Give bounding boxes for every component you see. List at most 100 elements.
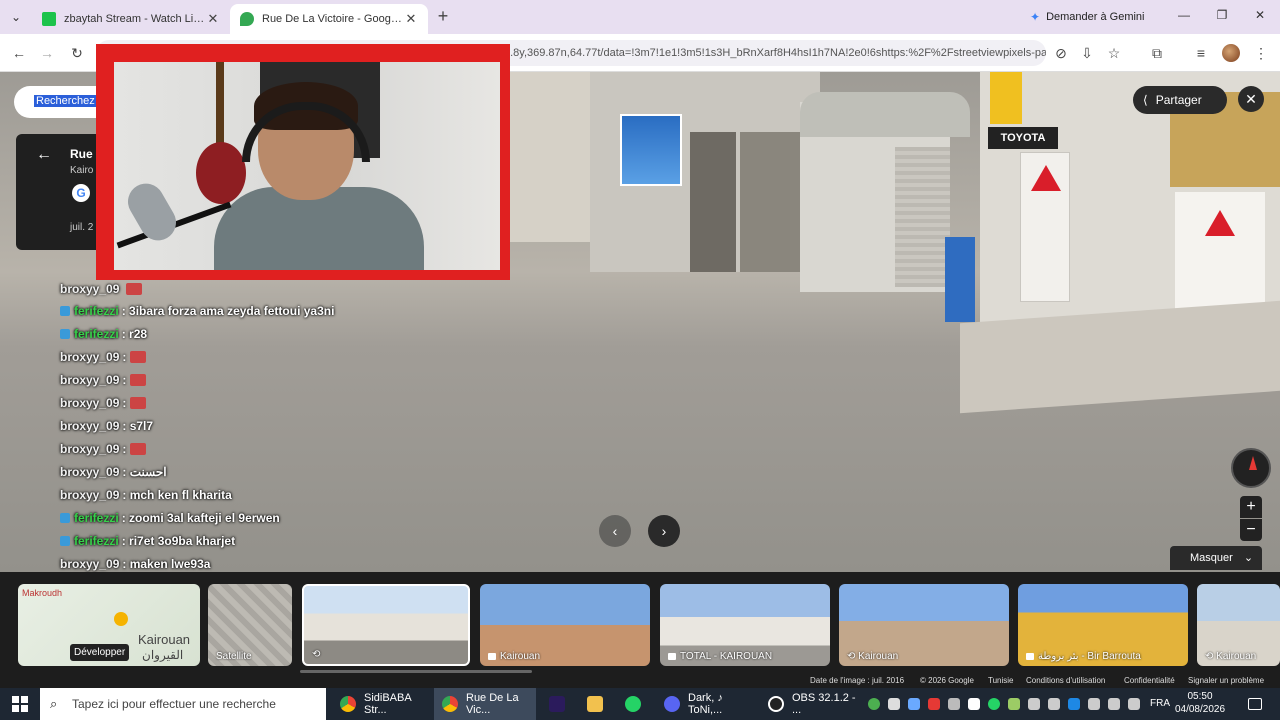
network-icon[interactable] (1088, 698, 1100, 710)
discord-icon (664, 696, 680, 712)
shop-sign (620, 114, 682, 186)
garage-shutter (895, 147, 950, 287)
satellite-thumbnail[interactable]: Satellite (208, 584, 292, 666)
map-thumbnail[interactable]: Makroudh Kairouan القيروان Développer (18, 584, 200, 666)
taskbar-app-chrome-maps[interactable]: Rue De La Vic... (434, 688, 536, 720)
obs-icon (768, 696, 784, 712)
zoom-out-button[interactable]: − (1240, 519, 1262, 541)
minimize-icon[interactable]: — (1172, 8, 1196, 22)
share-button[interactable]: ⟨ Partager (1133, 86, 1227, 114)
map-corner-label: Makroudh (22, 588, 63, 598)
thumbnail-scrollbar[interactable] (300, 670, 532, 673)
current-photo-thumbnail[interactable]: ⟲ (302, 584, 470, 666)
chevron-down-icon: ⌄ (1243, 552, 1254, 564)
taskbar-app-chrome-sidibaba[interactable]: SidiBABA Str... (332, 688, 428, 720)
taskbar-app-discord[interactable]: Dark, ♪ ToNi,... (656, 688, 756, 720)
battery-icon[interactable] (1048, 698, 1060, 710)
photo-caption: TOTAL - KAIROUAN (668, 651, 772, 662)
photo-thumbnail[interactable]: ⟲ Kairouan (1197, 584, 1280, 666)
chat-text: : (122, 373, 127, 387)
bluetooth-icon[interactable] (1068, 698, 1080, 710)
notifications-icon[interactable] (1248, 698, 1262, 710)
reload-icon[interactable]: ↻ (68, 44, 86, 62)
gemini-button[interactable]: ✦ Demander à Gemini (1020, 6, 1155, 28)
forward-arrow-icon[interactable]: → (38, 44, 56, 62)
close-street-view-button[interactable]: ✕ (1238, 86, 1264, 112)
photo-thumbnail[interactable]: ⟲ Kairouan (839, 584, 1009, 666)
language-indicator[interactable]: FRA (1150, 688, 1170, 720)
new-tab-button[interactable]: + (434, 7, 452, 26)
tray-app-icon[interactable] (908, 698, 920, 710)
install-app-icon[interactable]: ⇩ (1078, 44, 1096, 62)
chat-badge-icon (60, 536, 70, 546)
tray-app-icon[interactable] (948, 698, 960, 710)
extensions-icon[interactable]: ⧉ (1148, 44, 1166, 62)
search-icon: ⌕ (50, 696, 58, 711)
photo-caption-text: Kairouan (500, 651, 541, 662)
chat-username: broxyy_09 (60, 396, 120, 410)
taskbar-search-input[interactable]: ⌕ Tapez ici pour effectuer une recherche (40, 688, 326, 720)
photo-caption-text: Kairouan (1216, 651, 1257, 662)
chat-text: : zoomi 3al kafteji el 9erwen (121, 511, 280, 525)
country-link[interactable]: Tunisie (988, 676, 1014, 685)
tray-whatsapp-icon[interactable] (988, 698, 1000, 710)
chat-text: : maken lwe93a (122, 557, 211, 571)
hide-thumbnails-button[interactable]: Masquer ⌄ (1170, 546, 1262, 570)
profile-avatar[interactable] (1222, 44, 1240, 62)
close-window-icon[interactable]: ✕ (1248, 8, 1272, 22)
tab-search-icon[interactable]: ⌄ (8, 9, 24, 25)
chat-message: ferifezzi: 3ibara forza ama zeyda fettou… (60, 302, 334, 320)
whatsapp-icon[interactable] (625, 696, 641, 712)
photo-360-icon: ⟲ (1205, 651, 1217, 662)
back-arrow-icon[interactable]: ← (36, 146, 52, 164)
next-image-button[interactable]: › (648, 515, 680, 547)
taskbar-app-label: Rue De La Vic... (466, 692, 519, 716)
chat-emote-icon (130, 443, 147, 455)
photo-thumbnail[interactable]: بئر بروطة - Bir Barrouta (1018, 584, 1188, 666)
toyota-sign: TOYOTA (988, 127, 1058, 149)
file-explorer-icon[interactable] (587, 696, 603, 712)
report-link[interactable]: Signaler un problème (1188, 676, 1264, 685)
maximize-icon[interactable]: ❐ (1210, 8, 1234, 22)
close-tab-icon[interactable]: ✕ (404, 11, 418, 27)
reading-list-icon[interactable]: ≡ (1192, 44, 1210, 62)
photo-thumbnail[interactable]: Kairouan (480, 584, 650, 666)
tray-status-icon[interactable] (868, 698, 880, 710)
wifi-icon[interactable] (1128, 698, 1140, 710)
tray-app-icon[interactable] (888, 698, 900, 710)
tab-google-maps[interactable]: Rue De La Victoire - Google M ✕ (230, 4, 428, 34)
more-menu-icon[interactable]: ⋮ (1252, 44, 1270, 62)
location-pin-icon (114, 612, 128, 626)
tray-app-icon[interactable] (928, 698, 940, 710)
privacy-link[interactable]: Confidentialité (1124, 676, 1175, 685)
close-tab-icon[interactable]: ✕ (206, 11, 220, 27)
bookmark-star-icon[interactable]: ☆ (1105, 44, 1123, 62)
tray-app-icon[interactable] (968, 698, 980, 710)
chat-message: broxyy_09: (60, 394, 147, 412)
chat-message: ferifezzi: zoomi 3al kafteji el 9erwen (60, 509, 280, 527)
chat-username: broxyy_09 (60, 442, 120, 456)
expand-map-button[interactable]: Développer (70, 644, 130, 661)
previous-image-button[interactable]: ‹ (599, 515, 631, 547)
tab-zbaytah-stream[interactable]: zbaytah Stream - Watch Live o ✕ (32, 4, 230, 34)
chat-emote-icon (130, 351, 147, 363)
terms-link[interactable]: Conditions d'utilisation (1026, 676, 1105, 685)
premiere-icon[interactable] (549, 696, 565, 712)
chat-username: ferifezzi (74, 534, 119, 548)
kick-favicon-icon (42, 12, 56, 26)
system-clock[interactable]: 05:50 04/08/2026 (1170, 690, 1230, 716)
volume-icon[interactable] (1108, 698, 1120, 710)
microphone-icon[interactable] (1028, 698, 1040, 710)
tray-app-icon[interactable] (1008, 698, 1020, 710)
taskbar-app-obs[interactable]: OBS 32.1.2 - ... (760, 688, 864, 720)
photo-thumbnail[interactable]: TOTAL - KAIROUAN (660, 584, 830, 666)
photo-360-icon: ⟲ (847, 651, 859, 662)
windows-start-icon[interactable] (12, 696, 28, 712)
chat-text: : ri7et 3o9ba kharjet (121, 534, 236, 548)
tracking-off-icon[interactable]: ⊘ (1052, 44, 1070, 62)
chat-text: : احسنت (122, 465, 167, 479)
back-arrow-icon[interactable]: ← (10, 44, 28, 62)
compass-icon[interactable] (1231, 448, 1271, 488)
chat-message: broxyy_09: maken lwe93a (60, 555, 210, 573)
zoom-in-button[interactable]: + (1240, 496, 1262, 518)
